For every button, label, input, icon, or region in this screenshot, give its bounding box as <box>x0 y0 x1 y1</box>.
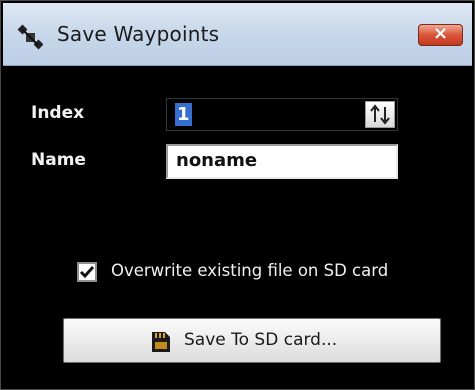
overwrite-label[interactable]: Overwrite existing file on SD card <box>111 261 388 280</box>
index-value[interactable]: 1 <box>175 103 192 126</box>
save-button-label: Save To SD card... <box>184 330 338 350</box>
index-spinbox[interactable]: 1 <box>166 98 398 131</box>
close-icon: × <box>432 23 449 44</box>
name-value: noname <box>176 150 258 171</box>
window-title: Save Waypoints <box>57 22 220 46</box>
checkmark-icon <box>79 266 95 279</box>
sd-card-icon <box>152 332 170 352</box>
close-button[interactable]: × <box>418 23 463 46</box>
index-spinner-button[interactable] <box>365 101 395 128</box>
overwrite-checkbox[interactable] <box>77 262 97 282</box>
title-bar[interactable]: Save Waypoints × <box>3 3 472 66</box>
index-label: Index <box>31 103 85 123</box>
name-label: Name <box>31 150 86 170</box>
save-to-sd-button[interactable]: Save To SD card... <box>63 318 441 363</box>
up-down-arrows-icon <box>370 104 390 125</box>
name-input[interactable]: noname <box>166 144 398 179</box>
dialog-window: Save Waypoints × Index 1 Name noname Ove… <box>0 0 475 390</box>
satellite-icon <box>17 24 43 50</box>
